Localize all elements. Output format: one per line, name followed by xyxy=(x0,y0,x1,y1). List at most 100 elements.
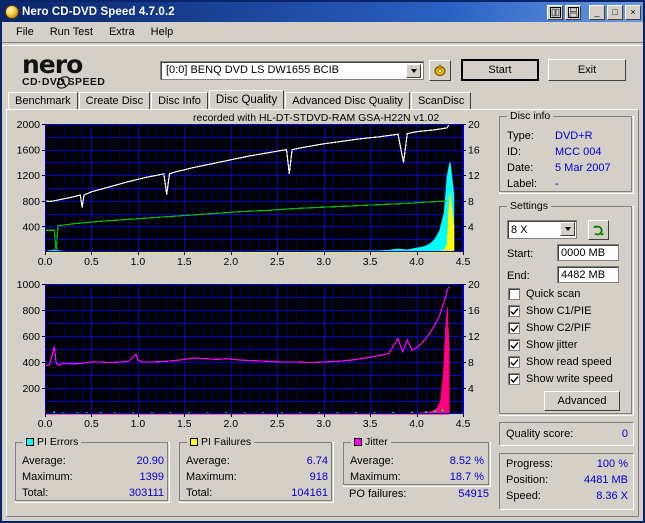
start-input[interactable]: 0000 MB xyxy=(557,244,619,261)
checkbox-show-c2-pif[interactable]: Show C2/PIF xyxy=(508,322,591,334)
svg-text:3.5: 3.5 xyxy=(363,256,378,268)
jitter-average-value: 8.52 % xyxy=(449,455,484,467)
checkbox-show-c1-pie[interactable]: Show C1/PIE xyxy=(508,305,591,317)
svg-text:12: 12 xyxy=(468,170,480,182)
start-row: Start: xyxy=(507,248,541,260)
show-c2-pif-checkbox[interactable] xyxy=(508,322,520,334)
svg-text:400: 400 xyxy=(22,357,40,369)
exit-button[interactable]: Exit xyxy=(548,59,626,81)
checkbox-show-read-speed[interactable]: Show read speed xyxy=(508,356,612,368)
svg-text:3.0: 3.0 xyxy=(316,418,331,430)
minimize-button[interactable]: _ xyxy=(589,4,605,20)
copy-icon[interactable] xyxy=(547,4,563,20)
disc-info-id-label: ID: xyxy=(507,146,522,158)
svg-text:2000: 2000 xyxy=(17,119,41,131)
jitter-chart: 200 400 600 800 1000 4 8 12 16 20 0.0 0.5 1.0 1.5 2.0 2… xyxy=(17,279,480,430)
end-row: End: xyxy=(507,270,541,282)
pi-failures-average-row: Average: 6.74 xyxy=(186,455,328,467)
svg-text:2.5: 2.5 xyxy=(270,256,285,268)
drive-select-value: [0:0] BENQ DVD LS DW1655 BCIB xyxy=(166,64,340,76)
disc-info-date-label: Date: xyxy=(507,162,534,174)
start-button[interactable]: Start xyxy=(461,59,539,81)
quick-scan-label: Quick scan xyxy=(526,288,581,300)
disc-info-id-value: MCC 004 xyxy=(555,146,602,158)
maximize-button[interactable]: □ xyxy=(607,4,623,20)
checkbox-show-write-speed[interactable]: Show write speed xyxy=(508,373,613,385)
disc-info-row-date: Date: 5 Mar 2007 xyxy=(507,162,627,174)
close-button[interactable]: × xyxy=(625,4,641,20)
svg-text:1600: 1600 xyxy=(17,145,41,157)
tab-benchmark[interactable]: Benchmark xyxy=(8,92,78,109)
disc-info-label-label: Label: xyxy=(507,178,537,190)
svg-text:0.0: 0.0 xyxy=(38,256,53,268)
end-input[interactable]: 4482 MB xyxy=(557,266,619,283)
disc-info-date-value: 5 Mar 2007 xyxy=(555,162,611,174)
end-input-value: 4482 MB xyxy=(561,268,606,281)
svg-text:1200: 1200 xyxy=(17,170,41,182)
svg-text:2.5: 2.5 xyxy=(270,418,285,430)
tab-disc-info[interactable]: Disc Info xyxy=(151,92,208,109)
menu-bar: File Run Test Extra Help xyxy=(2,22,643,42)
pi-failures-average-label: Average: xyxy=(186,455,230,467)
menu-file[interactable]: File xyxy=(8,24,42,40)
pi-failures-title-text: PI Failures xyxy=(201,436,252,448)
tab-create-disc[interactable]: Create Disc xyxy=(78,92,151,109)
show-c1-pie-label: Show C1/PIE xyxy=(526,305,592,317)
svg-text:20: 20 xyxy=(468,279,480,291)
svg-text:1.0: 1.0 xyxy=(131,418,146,430)
tab-advanced-disc-quality[interactable]: Advanced Disc Quality xyxy=(285,92,410,109)
tab-scandisc[interactable]: ScanDisc xyxy=(410,92,472,109)
svg-text:2.0: 2.0 xyxy=(223,256,238,268)
jitter-average-row: Average: 8.52 % xyxy=(350,455,484,467)
speed-chevron-down-icon[interactable] xyxy=(560,222,575,236)
svg-text:2.0: 2.0 xyxy=(223,418,238,430)
quick-scan-checkbox[interactable] xyxy=(508,288,520,300)
logo-subtitle: CD·DVD ⃠ SPEED xyxy=(22,75,160,89)
svg-text:0.5: 0.5 xyxy=(84,418,99,430)
advanced-button[interactable]: Advanced xyxy=(544,391,620,411)
menu-extra[interactable]: Extra xyxy=(101,24,143,40)
speed-select-value: 8 X xyxy=(511,223,528,236)
eject-disc-icon[interactable] xyxy=(429,59,451,81)
jitter-maximum-row: Maximum: 18.7 % xyxy=(350,471,484,483)
pi-errors-maximum-label: Maximum: xyxy=(22,471,73,483)
show-c1-pie-checkbox[interactable] xyxy=(508,305,520,317)
tab-disc-quality[interactable]: Disc Quality xyxy=(208,90,285,109)
chevron-down-icon[interactable] xyxy=(406,63,421,78)
po-failures-row: PO failures: 54915 xyxy=(349,488,489,500)
status-row-speed: Speed: 8.36 X xyxy=(506,490,628,502)
save-icon[interactable] xyxy=(565,4,581,20)
disc-info-group: Disc info Type: DVD+R ID: MCC 004 Date: … xyxy=(499,110,634,194)
jitter-stats-title: Jitter xyxy=(351,436,391,448)
checkbox-quick-scan[interactable]: Quick scan xyxy=(508,288,580,300)
nero-disc-icon xyxy=(5,5,19,19)
pi-errors-average-row: Average: 20.90 xyxy=(22,455,164,467)
svg-text:200: 200 xyxy=(22,383,40,395)
disc-info-label-value: - xyxy=(555,178,559,190)
show-jitter-checkbox[interactable] xyxy=(508,339,520,351)
drive-select[interactable]: [0:0] BENQ DVD LS DW1655 BCIB xyxy=(160,60,424,80)
refresh-icon[interactable] xyxy=(588,220,609,240)
show-c2-pif-label: Show C2/PIF xyxy=(526,322,591,334)
jitter-stats-group: Jitter Average: 8.52 % Maximum: 18.7 % xyxy=(343,436,491,487)
svg-text:4.5: 4.5 xyxy=(456,418,471,430)
toolbar: nero CD·DVD ⃠ SPEED [0:0] BENQ DVD LS DW… xyxy=(2,46,643,94)
svg-text:0.0: 0.0 xyxy=(38,418,53,430)
pi-failures-maximum-row: Maximum: 918 xyxy=(186,471,328,483)
svg-text:3.0: 3.0 xyxy=(316,256,331,268)
show-read-speed-label: Show read speed xyxy=(526,356,612,368)
speed-select[interactable]: 8 X xyxy=(507,220,577,239)
pi-failures-stats-title: PI Failures xyxy=(187,436,255,448)
show-write-speed-checkbox[interactable] xyxy=(508,373,520,385)
svg-text:4.5: 4.5 xyxy=(456,256,471,268)
jitter-maximum-label: Maximum: xyxy=(350,471,401,483)
show-read-speed-checkbox[interactable] xyxy=(508,356,520,368)
disc-info-row-label: Label: - xyxy=(507,178,627,190)
checkbox-show-jitter[interactable]: Show jitter xyxy=(508,339,577,351)
settings-title: Settings xyxy=(507,200,551,212)
start-label: Start: xyxy=(507,248,534,260)
menu-run-test[interactable]: Run Test xyxy=(42,24,101,40)
pi-failures-color-swatch xyxy=(190,438,198,446)
pi-errors-stats-group: PI Errors Average: 20.90 Maximum: 1399 T… xyxy=(15,436,170,503)
menu-help[interactable]: Help xyxy=(143,24,182,40)
